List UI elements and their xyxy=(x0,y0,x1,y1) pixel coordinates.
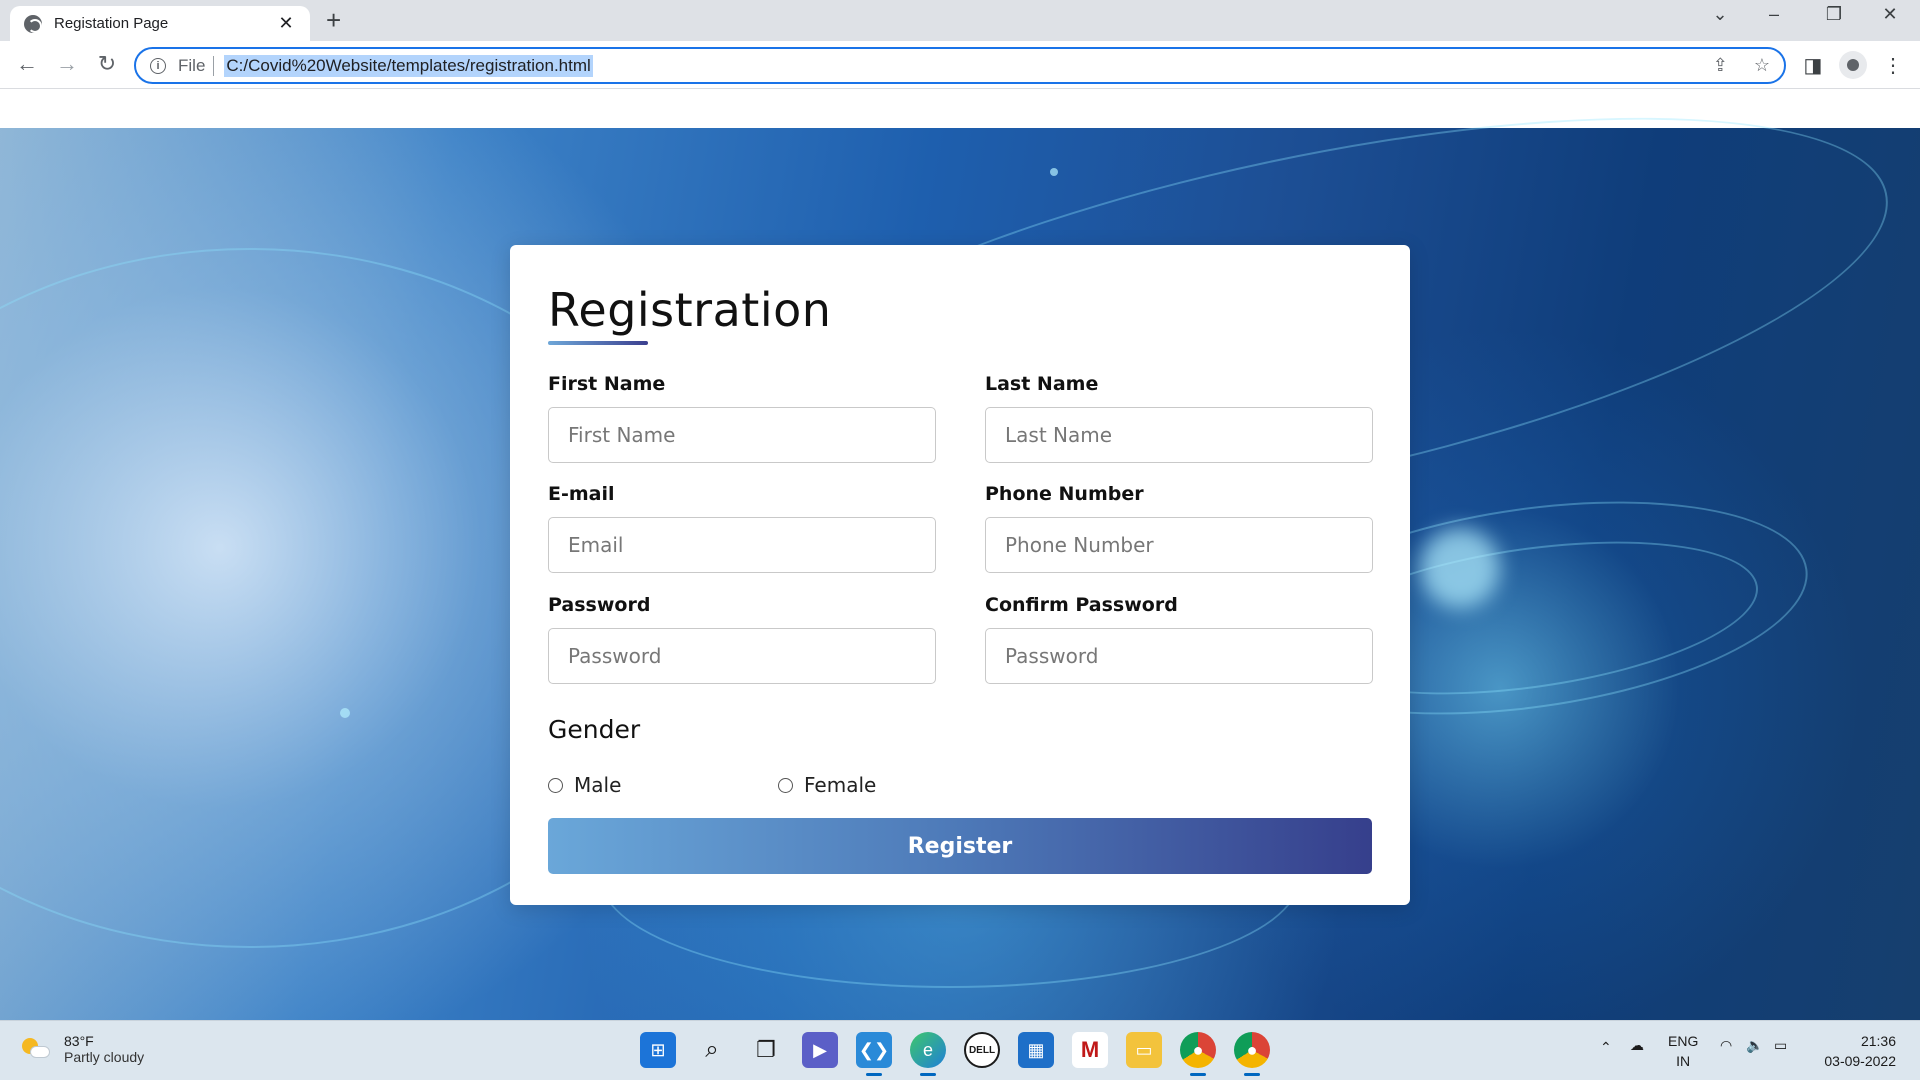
weather-widget[interactable]: 83°F Partly cloudy xyxy=(22,1033,144,1065)
show-hidden-icons-icon[interactable]: ⌃ xyxy=(1600,1039,1612,1056)
address-bar[interactable]: i File C:/Covid%20Website/templates/regi… xyxy=(134,47,1786,84)
gender-male-label: Male xyxy=(574,773,622,797)
language-code: ENG xyxy=(1668,1033,1699,1049)
first-name-input[interactable] xyxy=(548,407,936,463)
menu-kebab-icon[interactable]: ⋮ xyxy=(1880,53,1906,78)
store-icon[interactable]: ▦ xyxy=(1018,1032,1054,1068)
last-name-group: Last Name xyxy=(985,373,1373,463)
clock-time: 21:36 xyxy=(1860,1033,1896,1049)
mcafee-icon[interactable]: M xyxy=(1072,1032,1108,1068)
system-clock[interactable]: 21:36 03-09-2022 xyxy=(1816,1031,1896,1071)
first-name-label: First Name xyxy=(548,373,666,395)
url-scheme: File xyxy=(178,55,206,75)
tab-search-icon[interactable]: ⌄ xyxy=(1700,4,1740,25)
registration-card: Registration First Name Last Name E-mail… xyxy=(510,245,1410,905)
wifi-icon[interactable]: ◠ xyxy=(1720,1037,1732,1054)
gender-option-male[interactable]: Male xyxy=(548,773,621,797)
vscode-icon[interactable]: ❮❯ xyxy=(856,1032,892,1076)
title-underline xyxy=(548,341,648,345)
last-name-label: Last Name xyxy=(985,373,1099,395)
taskbar: 83°F Partly cloudy ⊞ ⌕ ❐ ▶ ❮❯ e DELL ▦ M… xyxy=(0,1020,1920,1080)
gender-option-female[interactable]: Female xyxy=(778,773,876,797)
phone-label: Phone Number xyxy=(985,483,1144,505)
forward-arrow-icon[interactable]: → xyxy=(52,51,82,77)
page-title: Registration xyxy=(548,283,832,337)
browser-tab[interactable]: Registation Page ✕ xyxy=(10,6,310,41)
file-explorer-icon[interactable]: ▭ xyxy=(1126,1032,1162,1068)
browser-toolbar: ← → ↻ i File C:/Covid%20Website/template… xyxy=(0,41,1920,89)
email-group: E-mail xyxy=(548,483,936,573)
password-group: Password xyxy=(548,594,936,684)
first-name-group: First Name xyxy=(548,373,936,463)
radio-male[interactable] xyxy=(548,777,563,793)
edge-icon[interactable]: e xyxy=(910,1032,946,1076)
chrome-profile-icon[interactable]: ● xyxy=(1180,1032,1216,1076)
confirm-password-group: Confirm Password xyxy=(985,594,1373,684)
gender-heading: Gender xyxy=(548,715,641,744)
phone-group: Phone Number xyxy=(985,483,1373,573)
gender-female-label: Female xyxy=(804,773,877,797)
language-indicator[interactable]: ENG IN xyxy=(1668,1031,1698,1071)
tab-close-icon[interactable]: ✕ xyxy=(276,13,296,34)
new-tab-button[interactable]: + xyxy=(326,5,341,36)
profile-avatar-icon[interactable] xyxy=(1839,51,1867,79)
task-view-icon[interactable]: ❐ xyxy=(748,1032,784,1068)
weather-condition: Partly cloudy xyxy=(64,1049,145,1065)
back-arrow-icon[interactable]: ← xyxy=(12,51,42,77)
confirm-password-label: Confirm Password xyxy=(985,594,1178,616)
teams-icon[interactable]: ▶ xyxy=(802,1032,838,1068)
restore-icon[interactable]: ❐ xyxy=(1814,4,1854,25)
phone-input[interactable] xyxy=(985,517,1373,573)
onedrive-icon[interactable]: ☁ xyxy=(1630,1037,1644,1054)
confirm-password-input[interactable] xyxy=(985,628,1373,684)
search-icon[interactable]: ⌕ xyxy=(694,1032,730,1068)
password-label: Password xyxy=(548,594,651,616)
browser-tab-bar: Registation Page ✕ + ⌄ – ❐ ✕ xyxy=(0,0,1920,41)
chrome-icon[interactable]: ● xyxy=(1234,1032,1270,1076)
register-button[interactable]: Register xyxy=(548,818,1372,874)
radio-female[interactable] xyxy=(778,777,793,793)
bookmark-star-icon[interactable]: ☆ xyxy=(1754,55,1770,76)
taskbar-apps: ⊞ ⌕ ❐ ▶ ❮❯ e DELL ▦ M ▭ ● ● xyxy=(640,1032,1270,1076)
dell-icon[interactable]: DELL xyxy=(964,1032,1000,1068)
page-favicon-icon xyxy=(24,14,42,33)
site-info-icon[interactable]: i xyxy=(150,57,166,74)
region-code: IN xyxy=(1676,1053,1691,1069)
email-label: E-mail xyxy=(548,483,615,505)
minimize-icon[interactable]: – xyxy=(1754,4,1794,25)
close-window-icon[interactable]: ✕ xyxy=(1870,4,1910,25)
clock-date: 03-09-2022 xyxy=(1824,1053,1896,1069)
reload-icon[interactable]: ↻ xyxy=(92,51,122,77)
partly-cloudy-icon xyxy=(22,1038,50,1060)
volume-icon[interactable]: 🔈 xyxy=(1746,1037,1763,1054)
tab-title: Registation Page xyxy=(54,15,169,32)
last-name-input[interactable] xyxy=(985,407,1373,463)
password-input[interactable] xyxy=(548,628,936,684)
battery-icon[interactable]: ▭ xyxy=(1774,1037,1787,1054)
start-icon[interactable]: ⊞ xyxy=(640,1032,676,1068)
share-icon[interactable]: ⇪ xyxy=(1713,55,1728,76)
url-text[interactable]: C:/Covid%20Website/templates/registratio… xyxy=(224,54,593,77)
page-viewport: Registration First Name Last Name E-mail… xyxy=(0,90,1920,1020)
side-panel-icon[interactable]: ◨ xyxy=(1800,53,1826,78)
weather-temp: 83°F xyxy=(64,1033,94,1049)
url-separator xyxy=(213,55,215,76)
email-input[interactable] xyxy=(548,517,936,573)
